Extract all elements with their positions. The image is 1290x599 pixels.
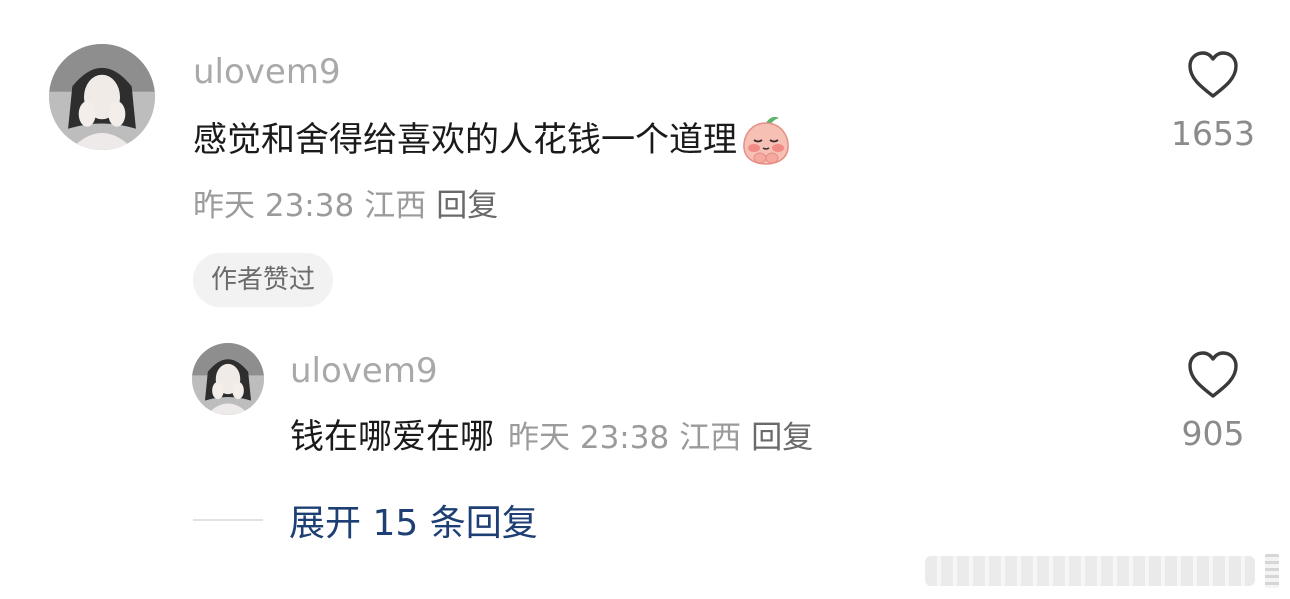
reply-like-block: 905 bbox=[1158, 350, 1268, 454]
author-liked-badge: 作者赞过 bbox=[193, 253, 334, 307]
watermark bbox=[925, 553, 1280, 589]
reply-reply-button[interactable]: 回复 bbox=[751, 420, 813, 456]
watermark-bar bbox=[925, 556, 1255, 586]
expand-replies-button[interactable]: 展开 15 条回复 bbox=[289, 494, 538, 546]
reply-location: 江西 bbox=[679, 420, 742, 456]
comment-meta: 昨天 23:38 江西 回复 bbox=[193, 186, 508, 226]
avatar-photo bbox=[192, 343, 264, 415]
shy-peach-sticker-icon bbox=[739, 114, 793, 166]
reply-body: 钱在哪爱在哪 昨天 23:38 江西 回复 bbox=[290, 415, 823, 460]
reply-like-count: 905 bbox=[1181, 414, 1245, 453]
comment-time: 昨天 23:38 bbox=[193, 188, 355, 224]
reply-time: 昨天 23:38 bbox=[508, 420, 670, 456]
comment-body: 感觉和舍得给喜欢的人花钱一个道理 bbox=[193, 114, 793, 166]
expand-replies-row: 展开 15 条回复 bbox=[193, 496, 538, 544]
comment-username[interactable]: ulovem9 bbox=[193, 52, 341, 92]
comment-thread: ulovem9 感觉和舍得给喜欢的人花钱一个道理 昨天 23:38 江西 回复 作者… bbox=[0, 0, 1290, 599]
reply-text: 钱在哪爱在哪 bbox=[290, 417, 494, 457]
heart-icon[interactable] bbox=[1186, 350, 1240, 400]
avatar-photo bbox=[49, 44, 155, 150]
watermark-tail bbox=[1265, 554, 1279, 588]
divider bbox=[193, 519, 263, 521]
reply-meta: 昨天 23:38 江西 回复 bbox=[508, 416, 823, 460]
avatar[interactable] bbox=[49, 44, 155, 150]
reply-avatar[interactable] bbox=[192, 343, 264, 415]
reply-button[interactable]: 回复 bbox=[436, 188, 498, 224]
comment-text: 感觉和舍得给喜欢的人花钱一个道理 bbox=[193, 120, 737, 160]
like-block: 1653 bbox=[1158, 50, 1268, 154]
heart-icon[interactable] bbox=[1186, 50, 1240, 100]
comment-location: 江西 bbox=[364, 188, 427, 224]
reply-username[interactable]: ulovem9 bbox=[290, 351, 438, 391]
like-count: 1653 bbox=[1171, 114, 1255, 153]
